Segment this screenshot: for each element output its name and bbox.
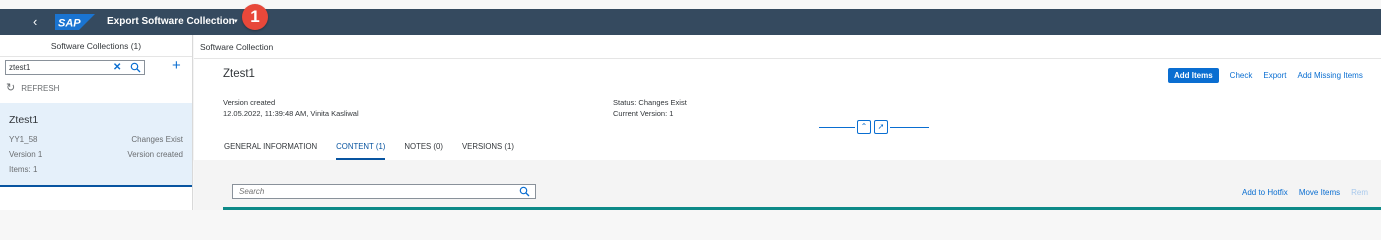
add-icon[interactable]: + (172, 57, 181, 75)
divider (890, 127, 929, 128)
status-text: Status: Changes Exist (613, 98, 687, 107)
list-item-title: Ztest1 (9, 114, 39, 126)
tab-general-information[interactable]: GENERAL INFORMATION (224, 142, 317, 160)
caret-down-icon[interactable]: ▾ (234, 15, 238, 29)
tab-versions[interactable]: VERSIONS (1) (462, 142, 514, 160)
callout-badge-1: 1 (242, 4, 268, 30)
list-item-id: YY1_58 (9, 135, 38, 144)
table-toolbar-actions: Add to Hotfix Move Items Rem (1242, 188, 1381, 197)
back-button[interactable]: ‹ (33, 13, 37, 31)
search-icon[interactable] (130, 62, 141, 73)
table-header-bar (223, 207, 1381, 210)
content-search-field[interactable] (232, 184, 536, 199)
list-item-count: Items: 1 (9, 165, 38, 174)
divider (819, 127, 855, 128)
list-item-status: Changes Exist (131, 135, 183, 144)
version-created-label: Version created (223, 98, 276, 107)
master-heading: Software Collections (1) (0, 35, 192, 57)
svg-text:SAP: SAP (58, 18, 81, 30)
search-icon[interactable] (519, 186, 530, 197)
collapse-header-button[interactable]: ⌃ (857, 120, 871, 134)
object-title: Ztest1 (223, 68, 255, 80)
tab-bar: GENERAL INFORMATION CONTENT (1) NOTES (0… (224, 142, 514, 160)
refresh-icon: ↻ (6, 82, 16, 94)
remove-button[interactable]: Rem (1351, 188, 1368, 197)
master-search-field[interactable]: ✕ (5, 60, 145, 75)
refresh-label: REFRESH (21, 84, 60, 93)
add-missing-items-button[interactable]: Add Missing Items (1297, 71, 1362, 80)
app-title[interactable]: Export Software Collection (107, 15, 235, 29)
list-item-version: Version 1 (9, 150, 43, 159)
current-version-text: Current Version: 1 (613, 109, 674, 118)
export-button[interactable]: Export (1263, 71, 1286, 80)
list-item-version-status: Version created (127, 150, 183, 159)
object-header: Ztest1 Add Items Check Export Add Missin… (194, 59, 1381, 160)
tab-content[interactable]: CONTENT (1) (336, 142, 386, 160)
master-panel: Software Collections (1) ✕ + ↻ REFRESH Zt… (0, 35, 193, 210)
clear-icon[interactable]: ✕ (113, 61, 121, 74)
content-search-input[interactable] (239, 186, 509, 197)
refresh-button[interactable]: ↻ REFRESH (6, 82, 59, 95)
breadcrumb: Software Collection (194, 35, 1381, 59)
content-section: Add to Hotfix Move Items Rem (194, 160, 1381, 210)
add-to-hotfix-button[interactable]: Add to Hotfix (1242, 188, 1288, 197)
move-items-button[interactable]: Move Items (1299, 188, 1340, 197)
sap-logo: SAP (55, 14, 95, 30)
list-item[interactable]: Ztest1 YY1_58 Changes Exist Version 1 Ve… (0, 103, 192, 187)
shell-bar: ‹ SAP Export Software Collection ▾ (0, 9, 1381, 35)
add-items-button[interactable]: Add Items (1168, 67, 1219, 83)
master-search-input[interactable] (9, 62, 104, 73)
header-actions: Add Items Check Export Add Missing Items (1168, 67, 1363, 83)
header-collapse-controls: ⌃ ➚ (819, 120, 929, 134)
check-button[interactable]: Check (1230, 71, 1253, 80)
version-created-value: 12.05.2022, 11:39:48 AM, Vinita Kasliwal (223, 109, 359, 118)
tab-notes[interactable]: NOTES (0) (404, 142, 443, 160)
pin-header-button[interactable]: ➚ (874, 120, 888, 134)
